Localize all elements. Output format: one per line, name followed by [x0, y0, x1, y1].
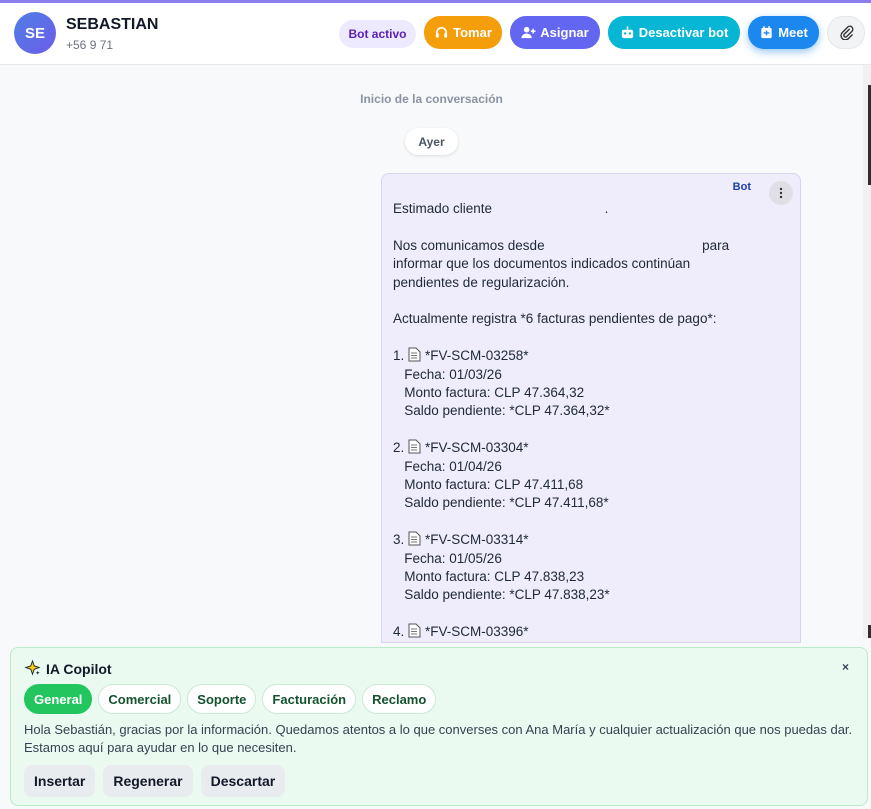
- copilot-tabs: General Comercial Soporte Facturación Re…: [24, 684, 437, 714]
- invoice-number: 1.: [393, 348, 409, 364]
- message-line: Monto factura: CLP 47.838,23: [393, 569, 585, 585]
- desactivar-bot-label: Desactivar bot: [638, 25, 729, 40]
- invoice-id: *FV-SCM-03258*: [425, 348, 529, 364]
- tomar-label: Tomar: [453, 25, 492, 40]
- day-divider: Ayer: [405, 128, 458, 155]
- regenerar-button[interactable]: Regenerar: [103, 765, 193, 797]
- bot-status-badge: Bot activo: [339, 20, 416, 48]
- close-icon[interactable]: ×: [842, 660, 849, 674]
- invoice-id: *FV-SCM-03396*: [425, 624, 529, 640]
- message-text: Estimado cliente . Nos comunicamos desde…: [393, 200, 753, 642]
- copilot-suggestion: Hola Sebastián, gracias por la informaci…: [24, 722, 853, 755]
- avatar[interactable]: SE: [14, 12, 56, 54]
- tab-general[interactable]: General: [24, 684, 93, 714]
- message-line: Fecha: 01/03/26: [393, 366, 502, 382]
- meet-label: Meet: [778, 25, 808, 40]
- contact-phone: +56 9 71: [66, 38, 114, 52]
- bot-message-bubble: Bot Estimado cliente . Nos comunicamos d…: [381, 173, 801, 643]
- message-line: Actualmente registra *6 facturas pendien…: [393, 311, 717, 327]
- attach-button[interactable]: [827, 16, 865, 49]
- invoice-id: *FV-SCM-03304*: [425, 440, 529, 456]
- message-menu-button[interactable]: [769, 181, 793, 205]
- message-line: Monto factura: CLP 47.364,32: [393, 385, 585, 401]
- message-line: [393, 329, 753, 347]
- calendar-icon: [761, 26, 772, 39]
- message-line: [393, 218, 753, 236]
- conversation-start-label: Inicio de la conversación: [360, 92, 503, 106]
- message-line: Estimado cliente .: [393, 201, 609, 216]
- message-line: Saldo pendiente: *CLP 47.364,32*: [393, 403, 610, 419]
- invoice-line: 3. *FV-SCM-03314*: [393, 531, 753, 549]
- sparkle-icon: [24, 660, 41, 676]
- copilot-actions: Insertar Regenerar Descartar: [24, 765, 286, 797]
- message-line: [393, 605, 753, 623]
- invoice-line: 1. *FV-SCM-03258*: [393, 347, 753, 365]
- invoice-number: 2.: [393, 440, 409, 456]
- descartar-button[interactable]: Descartar: [200, 765, 286, 797]
- asignar-label: Asignar: [540, 25, 589, 40]
- message-line: [393, 292, 753, 310]
- desactivar-bot-button[interactable]: Desactivar bot: [608, 16, 740, 49]
- chat-header: SE SEBASTIAN +56 9 71 Bot activo Tomar A…: [0, 3, 871, 65]
- more-vertical-icon: [779, 187, 783, 199]
- message-line: Saldo pendiente: *CLP 47.411,68*: [393, 495, 609, 511]
- ia-copilot-panel: IA Copilot × General Comercial Soporte F…: [10, 647, 868, 806]
- insertar-button[interactable]: Insertar: [24, 765, 96, 797]
- contact-name: SEBASTIAN: [66, 16, 159, 33]
- meet-button[interactable]: Meet: [748, 16, 819, 49]
- invoice-number: 4.: [393, 624, 409, 640]
- document-icon: [408, 347, 421, 362]
- document-icon: [408, 531, 421, 546]
- message-line: Fecha: 01/05/26: [393, 550, 502, 566]
- message-line: Saldo pendiente: *CLP 47.838,23*: [393, 587, 610, 603]
- invoice-line: 4. *FV-SCM-03396*: [393, 623, 753, 641]
- message-line: Monto factura: CLP 47.411,68: [393, 477, 584, 493]
- paperclip-icon: [839, 25, 853, 40]
- invoice-line: 2. *FV-SCM-03304*: [393, 439, 753, 457]
- user-plus-icon: [521, 26, 536, 39]
- message-line: [393, 421, 753, 439]
- asignar-button[interactable]: Asignar: [510, 16, 600, 49]
- invoice-number: 3.: [393, 532, 409, 548]
- tomar-button[interactable]: Tomar: [424, 16, 502, 49]
- robot-icon: [621, 26, 633, 39]
- headset-icon: [435, 27, 448, 38]
- copilot-header: IA Copilot: [24, 660, 112, 677]
- message-line: pendientes de regularización.: [393, 274, 570, 290]
- message-line: informar que los documentos indicados co…: [393, 256, 691, 272]
- sender-tag: Bot: [732, 181, 751, 193]
- invoice-id: *FV-SCM-03314*: [425, 532, 529, 548]
- document-icon: [408, 439, 421, 454]
- tab-comercial[interactable]: Comercial: [98, 684, 182, 714]
- tab-soporte[interactable]: Soporte: [187, 684, 257, 714]
- tab-reclamo[interactable]: Reclamo: [362, 684, 437, 714]
- message-line: Fecha: 01/04/26: [393, 458, 502, 474]
- copilot-title: IA Copilot: [46, 660, 112, 677]
- tab-facturacion[interactable]: Facturación: [262, 684, 357, 714]
- message-line: Nos comunicamos desde para: [393, 237, 730, 253]
- document-icon: [408, 623, 421, 638]
- message-line: [393, 513, 753, 531]
